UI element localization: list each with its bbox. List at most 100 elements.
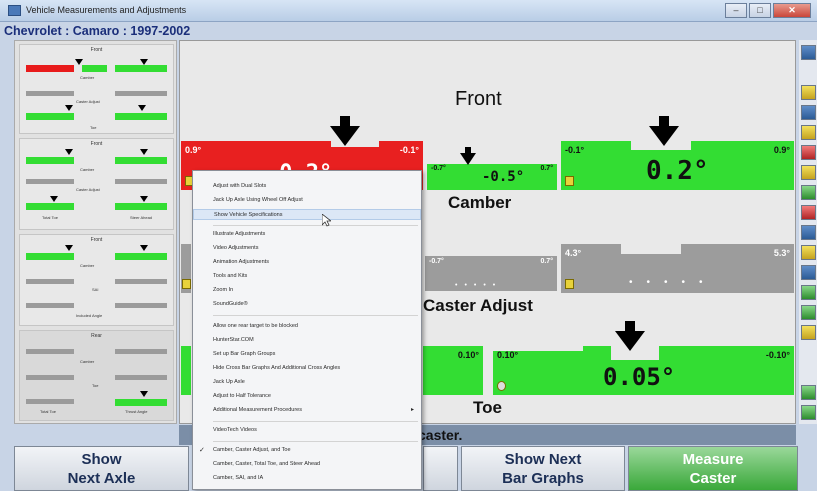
- camber-center-value: -0.5°: [482, 169, 525, 185]
- tool-icon[interactable]: [801, 125, 816, 140]
- thumb-bar: [115, 179, 167, 184]
- button-line1: Measure: [682, 451, 744, 468]
- function-key-hidden[interactable]: [423, 446, 458, 491]
- menu-item[interactable]: Camber, Caster, Total Toe, and Steer Ahe…: [193, 459, 421, 470]
- caster-left-bar[interactable]: [181, 244, 191, 293]
- menu-item[interactable]: Zoom In: [193, 285, 421, 296]
- tool-icon[interactable]: [801, 105, 816, 120]
- caster-dots: •••••: [455, 282, 503, 289]
- thumb-caption: Included Angle: [76, 313, 103, 318]
- menu-item[interactable]: Allow one rear target to be blocked: [193, 321, 421, 332]
- thumb-arrow-icon: [65, 245, 73, 251]
- submenu-arrow-icon: ▸: [410, 407, 414, 413]
- thumb-caption: Toe: [92, 383, 99, 388]
- thumb-bar: [26, 113, 74, 120]
- thumb-caption: Total Toe: [42, 215, 58, 220]
- tool-icon[interactable]: [801, 405, 816, 420]
- menu-item[interactable]: Hide Cross Bar Graphs And Additional Cro…: [193, 363, 421, 374]
- thumb-bar: [115, 253, 167, 260]
- bar-notch: [621, 244, 681, 254]
- thumb-caption: Caster Adjust: [76, 187, 100, 192]
- toe-left-max: 0.10°: [457, 350, 479, 360]
- thumb-bar: [26, 203, 74, 210]
- tool-icon[interactable]: [801, 225, 816, 240]
- thumb-bar: [26, 303, 74, 308]
- maximize-button[interactable]: □: [749, 3, 771, 18]
- tool-icon[interactable]: [801, 305, 816, 320]
- menu-separator: [213, 421, 418, 422]
- thumb-bar: [26, 399, 74, 404]
- caster-center-max: 0.7°: [540, 258, 553, 265]
- thumb-bar: [115, 203, 167, 210]
- thumbnail-front-sai[interactable]: Front Camber SAI Included Angle: [19, 234, 174, 326]
- camber-left-min: 0.9°: [185, 145, 202, 155]
- close-button[interactable]: ✕: [773, 3, 811, 18]
- thumb-bar: [26, 91, 74, 96]
- menu-item[interactable]: Adjust with Dual Slots: [193, 181, 421, 192]
- title-bar: Vehicle Measurements and Adjustments – □…: [0, 0, 817, 22]
- show-next-bar-graphs-button[interactable]: Show Next Bar Graphs: [461, 446, 625, 491]
- tool-icon[interactable]: [801, 385, 816, 400]
- menu-item[interactable]: Illustrate Adjustments: [193, 229, 421, 240]
- thumb-bar: [115, 375, 167, 380]
- camber-right-bar[interactable]: -0.1° 0.9° 0.2°: [561, 141, 794, 190]
- thumb-bar: [115, 91, 167, 96]
- window-title: Vehicle Measurements and Adjustments: [26, 5, 187, 15]
- tool-icon[interactable]: [801, 185, 816, 200]
- thumb-caption: Toe: [90, 125, 97, 130]
- thumbnail-label: Rear: [91, 333, 102, 339]
- caster-right-min: 4.3°: [565, 248, 582, 258]
- menu-item[interactable]: Set up Bar Graph Groups: [193, 349, 421, 360]
- thumb-caption: Camber: [80, 167, 95, 172]
- thumb-caption: Total Toe: [40, 409, 56, 414]
- thumb-arrow-icon: [65, 149, 73, 155]
- toe-left-bar[interactable]: 0.10°: [423, 346, 483, 395]
- thumb-arrow-icon: [140, 391, 148, 397]
- caster-right-bar[interactable]: 4.3° 5.3° •••••: [561, 244, 794, 293]
- menu-item[interactable]: Jack Up Axle Using Wheel Off Adjust: [193, 195, 421, 206]
- menu-item[interactable]: VideoTech Videos: [193, 425, 421, 436]
- menu-item[interactable]: Animation Adjustments: [193, 257, 421, 268]
- tool-icon[interactable]: [801, 285, 816, 300]
- tool-icon[interactable]: [801, 145, 816, 160]
- camber-center-bar[interactable]: -0.7° 0.7° -0.5°: [427, 164, 557, 190]
- thumbnail-rear[interactable]: Rear Camber Toe Total Toe Thrust Angle: [19, 330, 174, 421]
- thumb-arrow-icon: [140, 245, 148, 251]
- context-menu: Adjust with Dual Slots Jack Up Axle Usin…: [192, 170, 422, 490]
- menu-item-label: Camber, Caster Adjust, and Toe: [213, 447, 291, 453]
- help-icon[interactable]: [801, 45, 816, 60]
- tool-icon[interactable]: [801, 85, 816, 100]
- caster-center-bar[interactable]: -0.7° 0.7° •••••: [425, 256, 557, 291]
- measure-caster-button[interactable]: Measure Caster: [628, 446, 798, 491]
- thumbnail-front-total-toe[interactable]: Front Camber Caster Adjust Total Toe Ste…: [19, 138, 174, 230]
- menu-item[interactable]: SoundGuide®: [193, 299, 421, 310]
- thumb-caption: SAI: [92, 287, 99, 292]
- thumb-caption: Camber: [80, 263, 95, 268]
- menu-item[interactable]: HunterStar.COM: [193, 335, 421, 346]
- tool-icon[interactable]: [801, 265, 816, 280]
- menu-item[interactable]: Video Adjustments: [193, 243, 421, 254]
- caster-label: Caster Adjust: [423, 296, 533, 315]
- toe-right-bar[interactable]: 0.10° -0.10° 0.05°: [493, 346, 794, 395]
- menu-item-submenu[interactable]: Additional Measurement Procedures ▸: [193, 405, 421, 416]
- menu-item[interactable]: Camber, SAI, and IA: [193, 473, 421, 484]
- menu-separator: [213, 225, 418, 226]
- button-line1: Show: [81, 451, 122, 468]
- tool-icon[interactable]: [801, 205, 816, 220]
- menu-item[interactable]: Adjust to Half Tolerance: [193, 391, 421, 402]
- caster-center-min: -0.7°: [429, 258, 444, 265]
- tool-icon[interactable]: [801, 245, 816, 260]
- tool-icon[interactable]: [801, 325, 816, 340]
- menu-item-checked[interactable]: ✓ Camber, Caster Adjust, and Toe: [193, 445, 421, 456]
- tool-icon[interactable]: [801, 165, 816, 180]
- thumbnail-front-camber-caster-toe[interactable]: Front Camber Caster Adjust Toe: [19, 44, 174, 134]
- thumb-caption: Camber: [80, 359, 95, 364]
- menu-item[interactable]: Tools and Kits: [193, 271, 421, 282]
- minimize-button[interactable]: –: [725, 3, 747, 18]
- menu-item[interactable]: Jack Up Axle: [193, 377, 421, 388]
- thumb-bar: [115, 279, 167, 284]
- show-next-axle-button[interactable]: Show Next Axle: [14, 446, 189, 491]
- menu-item-highlighted[interactable]: Show Vehicle Specifications: [193, 209, 421, 220]
- thumb-bar: [115, 349, 167, 354]
- thumb-bar: [115, 113, 167, 120]
